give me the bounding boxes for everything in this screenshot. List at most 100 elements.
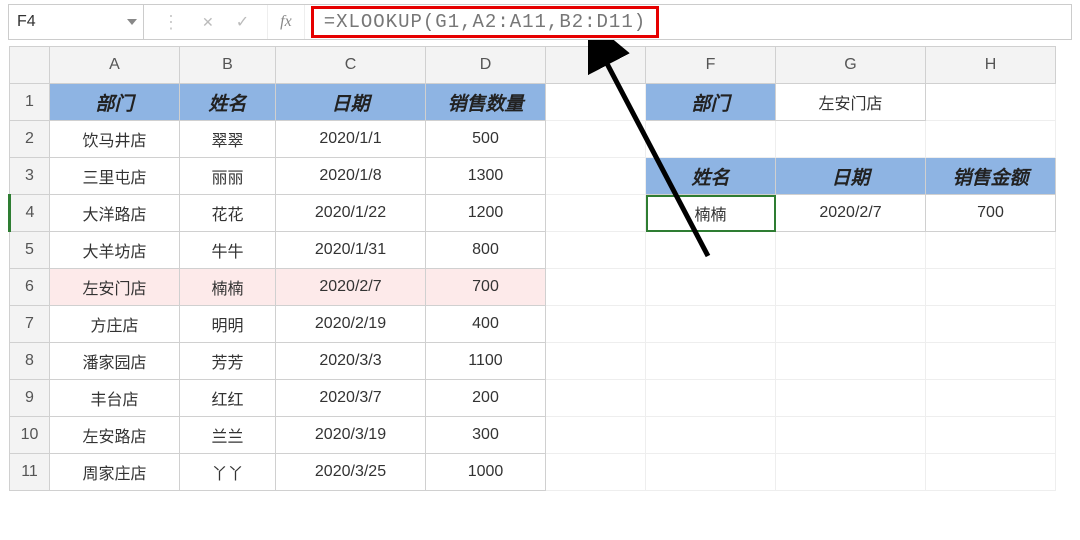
cell-A1[interactable]: 部门 xyxy=(50,84,180,121)
cell-E11[interactable] xyxy=(546,454,646,491)
cell-E9[interactable] xyxy=(546,380,646,417)
cell-B10[interactable]: 兰兰 xyxy=(180,417,276,454)
cell-E5[interactable] xyxy=(546,232,646,269)
cell-A5[interactable]: 大羊坊店 xyxy=(50,232,180,269)
formula-input[interactable]: =XLOOKUP(G1,A2:A11,B2:D11) xyxy=(311,6,659,38)
row-header-6[interactable]: 6 xyxy=(10,269,50,306)
cell-F3[interactable]: 姓名 xyxy=(646,158,776,195)
cell-G7[interactable] xyxy=(776,306,926,343)
cell-H2[interactable] xyxy=(926,121,1056,158)
cell-G5[interactable] xyxy=(776,232,926,269)
cell-D1[interactable]: 销售数量 xyxy=(426,84,546,121)
cell-F9[interactable] xyxy=(646,380,776,417)
cell-A8[interactable]: 潘家园店 xyxy=(50,343,180,380)
cell-D8[interactable]: 1100 xyxy=(426,343,546,380)
cell-E2[interactable] xyxy=(546,121,646,158)
cell-D6[interactable]: 700 xyxy=(426,269,546,306)
row-header-2[interactable]: 2 xyxy=(10,121,50,158)
cell-D2[interactable]: 500 xyxy=(426,121,546,158)
cell-H8[interactable] xyxy=(926,343,1056,380)
cell-G3[interactable]: 日期 xyxy=(776,158,926,195)
cell-H3[interactable]: 销售金额 xyxy=(926,158,1056,195)
cell-G1[interactable]: 左安门店 xyxy=(776,84,926,121)
cell-H11[interactable] xyxy=(926,454,1056,491)
row-header-3[interactable]: 3 xyxy=(10,158,50,195)
row-header-7[interactable]: 7 xyxy=(10,306,50,343)
cell-F1[interactable]: 部门 xyxy=(646,84,776,121)
cell-A4[interactable]: 大洋路店 xyxy=(50,195,180,232)
col-header-F[interactable]: F xyxy=(646,47,776,84)
cell-B9[interactable]: 红红 xyxy=(180,380,276,417)
cell-E4[interactable] xyxy=(546,195,646,232)
cell-G2[interactable] xyxy=(776,121,926,158)
row-header-11[interactable]: 11 xyxy=(10,454,50,491)
confirm-icon[interactable]: ✓ xyxy=(236,12,249,32)
cell-A11[interactable]: 周家庄店 xyxy=(50,454,180,491)
col-header-E[interactable]: E xyxy=(546,47,646,84)
row-header-9[interactable]: 9 xyxy=(10,380,50,417)
cell-H7[interactable] xyxy=(926,306,1056,343)
cell-G4[interactable]: 2020/2/7 xyxy=(776,195,926,232)
cell-E10[interactable] xyxy=(546,417,646,454)
cell-C3[interactable]: 2020/1/8 xyxy=(276,158,426,195)
cell-B8[interactable]: 芳芳 xyxy=(180,343,276,380)
cell-E8[interactable] xyxy=(546,343,646,380)
cell-C6[interactable]: 2020/2/7 xyxy=(276,269,426,306)
cell-C4[interactable]: 2020/1/22 xyxy=(276,195,426,232)
cell-B1[interactable]: 姓名 xyxy=(180,84,276,121)
cell-F2[interactable] xyxy=(646,121,776,158)
col-header-A[interactable]: A xyxy=(50,47,180,84)
name-box[interactable]: F4 xyxy=(9,5,144,39)
cell-F6[interactable] xyxy=(646,269,776,306)
cell-H6[interactable] xyxy=(926,269,1056,306)
row-header-5[interactable]: 5 xyxy=(10,232,50,269)
row-header-1[interactable]: 1 xyxy=(10,84,50,121)
cell-A6[interactable]: 左安门店 xyxy=(50,269,180,306)
cell-A2[interactable]: 饮马井店 xyxy=(50,121,180,158)
cell-B7[interactable]: 明明 xyxy=(180,306,276,343)
cell-D10[interactable]: 300 xyxy=(426,417,546,454)
cell-B6[interactable]: 楠楠 xyxy=(180,269,276,306)
cell-B5[interactable]: 牛牛 xyxy=(180,232,276,269)
cell-H5[interactable] xyxy=(926,232,1056,269)
cell-D3[interactable]: 1300 xyxy=(426,158,546,195)
cell-F11[interactable] xyxy=(646,454,776,491)
cell-H10[interactable] xyxy=(926,417,1056,454)
insert-function-button[interactable]: fx xyxy=(268,5,305,39)
cell-H4[interactable]: 700 xyxy=(926,195,1056,232)
row-header-8[interactable]: 8 xyxy=(10,343,50,380)
row-header-10[interactable]: 10 xyxy=(10,417,50,454)
cell-G6[interactable] xyxy=(776,269,926,306)
cell-C9[interactable]: 2020/3/7 xyxy=(276,380,426,417)
cell-C10[interactable]: 2020/3/19 xyxy=(276,417,426,454)
cell-D4[interactable]: 1200 xyxy=(426,195,546,232)
cell-C7[interactable]: 2020/2/19 xyxy=(276,306,426,343)
grid[interactable]: A B C D E F G H 1 部门 姓名 日期 销售数量 部门 左安门店 … xyxy=(8,46,1056,491)
col-header-C[interactable]: C xyxy=(276,47,426,84)
cell-D7[interactable]: 400 xyxy=(426,306,546,343)
cell-G10[interactable] xyxy=(776,417,926,454)
cell-G8[interactable] xyxy=(776,343,926,380)
col-header-H[interactable]: H xyxy=(926,47,1056,84)
cell-F4[interactable]: 楠楠 xyxy=(646,195,776,232)
cancel-icon[interactable]: ✕ xyxy=(202,14,214,31)
cell-A3[interactable]: 三里屯店 xyxy=(50,158,180,195)
cell-C11[interactable]: 2020/3/25 xyxy=(276,454,426,491)
cell-C1[interactable]: 日期 xyxy=(276,84,426,121)
cell-C8[interactable]: 2020/3/3 xyxy=(276,343,426,380)
select-all-corner[interactable] xyxy=(10,47,50,84)
cell-F7[interactable] xyxy=(646,306,776,343)
cell-E3[interactable] xyxy=(546,158,646,195)
cell-E7[interactable] xyxy=(546,306,646,343)
cell-B4[interactable]: 花花 xyxy=(180,195,276,232)
cell-B2[interactable]: 翠翠 xyxy=(180,121,276,158)
cell-A10[interactable]: 左安路店 xyxy=(50,417,180,454)
col-header-G[interactable]: G xyxy=(776,47,926,84)
row-header-4[interactable]: 4 xyxy=(10,195,50,232)
col-header-B[interactable]: B xyxy=(180,47,276,84)
col-header-D[interactable]: D xyxy=(426,47,546,84)
cell-E1[interactable] xyxy=(546,84,646,121)
cell-B3[interactable]: 丽丽 xyxy=(180,158,276,195)
dropdown-icon[interactable] xyxy=(127,19,137,25)
cell-F8[interactable] xyxy=(646,343,776,380)
